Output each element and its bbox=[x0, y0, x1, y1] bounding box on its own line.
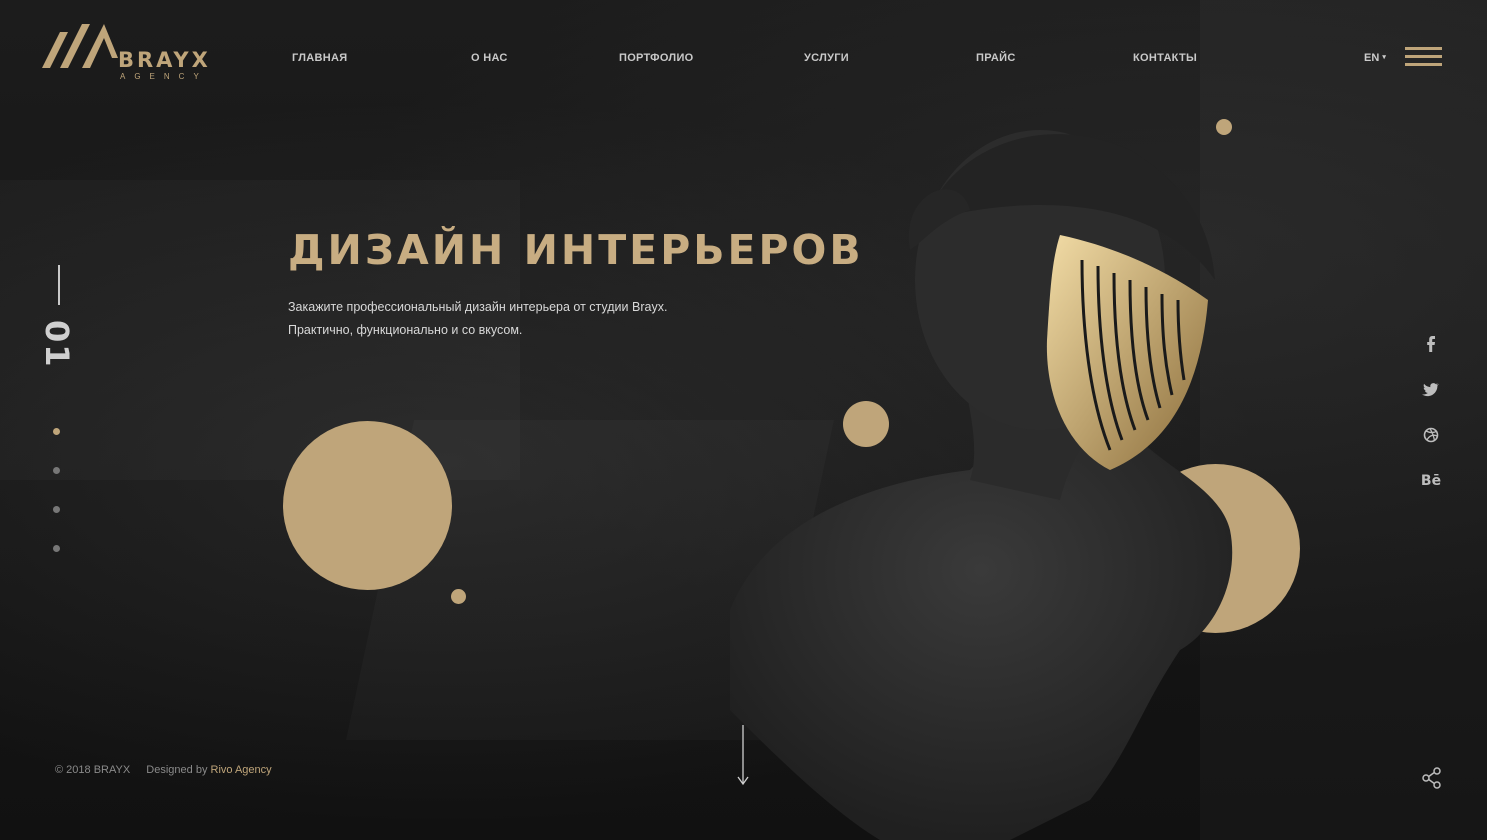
slide-counter: 01 bbox=[38, 320, 76, 369]
designer-link[interactable]: Rivo Agency bbox=[211, 764, 272, 776]
facebook-icon[interactable] bbox=[1418, 330, 1444, 356]
main-nav: ГЛАВНАЯ О НАС ПОРТФОЛИО УСЛУГИ ПРАЙС КОН… bbox=[0, 52, 1487, 72]
behance-icon[interactable]: Bē bbox=[1418, 468, 1444, 494]
copyright-text: © 2018 BRAYX bbox=[55, 764, 131, 776]
nav-item-pricing[interactable]: ПРАЙС bbox=[976, 52, 1016, 64]
decor-circle-small bbox=[451, 589, 466, 604]
hamburger-icon-bar bbox=[1405, 55, 1442, 58]
nav-item-about[interactable]: О НАС bbox=[471, 52, 508, 64]
decor-circle-large bbox=[283, 421, 452, 590]
hamburger-icon-bar bbox=[1405, 63, 1442, 66]
menu-button[interactable] bbox=[1405, 47, 1442, 71]
hamburger-icon bbox=[1405, 47, 1442, 50]
dribbble-icon[interactable] bbox=[1418, 422, 1444, 448]
brand-logo[interactable]: BRAYX AGENCY bbox=[42, 18, 212, 84]
twitter-icon[interactable] bbox=[1418, 376, 1444, 402]
designed-by-label: Designed by bbox=[146, 764, 208, 776]
hero-description: Закажите профессиональный дизайн интерье… bbox=[288, 300, 668, 337]
nav-item-contacts[interactable]: КОНТАКТЫ bbox=[1133, 52, 1197, 64]
slide-dot-4[interactable] bbox=[53, 545, 60, 552]
brand-sub: AGENCY bbox=[120, 72, 208, 81]
scroll-down-arrow-icon[interactable] bbox=[735, 725, 751, 787]
footer-credits: © 2018 BRAYX Designed by Rivo Agency bbox=[55, 764, 272, 776]
language-current: EN bbox=[1364, 52, 1380, 64]
slide-counter-line bbox=[58, 265, 60, 305]
slide-dot-3[interactable] bbox=[53, 506, 60, 513]
nav-item-portfolio[interactable]: ПОРТФОЛИО bbox=[619, 52, 694, 64]
slide-dot-2[interactable] bbox=[53, 467, 60, 474]
share-icon[interactable] bbox=[1420, 766, 1444, 790]
statue-image bbox=[730, 130, 1233, 840]
nav-item-services[interactable]: УСЛУГИ bbox=[804, 52, 849, 64]
nav-item-home[interactable]: ГЛАВНАЯ bbox=[292, 52, 347, 64]
behance-label: Bē bbox=[1420, 473, 1442, 489]
language-selector[interactable]: EN ▾ bbox=[1364, 52, 1386, 64]
chevron-down-icon: ▾ bbox=[1382, 54, 1386, 61]
slide-dot-1[interactable] bbox=[53, 428, 60, 435]
hero-title: ДИЗАЙН ИНТЕРЬЕРОВ bbox=[288, 226, 864, 274]
